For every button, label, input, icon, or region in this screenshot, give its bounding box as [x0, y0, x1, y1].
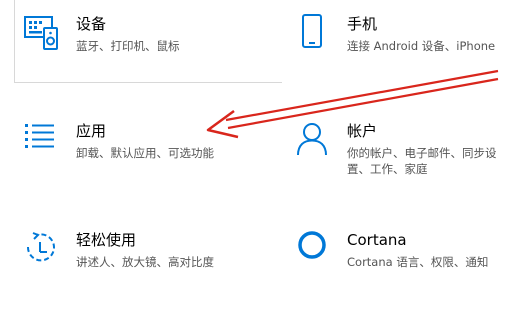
phone-title: 手机 — [347, 15, 378, 33]
cortana-tile[interactable]: Cortana Cortana 语言、权限、通知 — [293, 230, 508, 280]
ease-of-access-tile[interactable]: 轻松使用 讲述人、放大镜、高对比度 — [22, 230, 262, 280]
accounts-tile[interactable]: 帐户 你的帐户、电子邮件、同步设 置、工作、家庭 — [293, 121, 508, 181]
devices-description: 蓝牙、打印机、鼠标 — [76, 39, 180, 53]
apps-tile[interactable]: 应用 卸载、默认应用、可选功能 — [22, 121, 262, 171]
devices-tile-border-bottom — [14, 82, 282, 83]
apps-title: 应用 — [76, 122, 107, 140]
devices-title: 设备 — [76, 15, 107, 33]
phone-tile[interactable]: 手机 连接 Android 设备、iPhone — [293, 14, 508, 64]
cortana-title: Cortana — [347, 231, 407, 249]
ease-of-access-icon — [22, 230, 62, 270]
cortana-icon — [293, 230, 333, 270]
accounts-description-line2: 置、工作、家庭 — [347, 162, 428, 176]
accounts-description-line1: 你的帐户、电子邮件、同步设 — [347, 146, 497, 160]
devices-tile-border-left — [14, 0, 15, 82]
app-list-icon — [22, 121, 62, 161]
phone-icon — [293, 14, 333, 54]
cortana-description: Cortana 语言、权限、通知 — [347, 255, 489, 269]
ease-of-access-title: 轻松使用 — [76, 231, 137, 249]
apps-description: 卸载、默认应用、可选功能 — [76, 146, 214, 160]
phone-description: 连接 Android 设备、iPhone — [347, 39, 496, 53]
keyboard-icon — [22, 14, 62, 54]
devices-tile[interactable]: 设备 蓝牙、打印机、鼠标 — [22, 14, 262, 64]
ease-of-access-description: 讲述人、放大镜、高对比度 — [76, 255, 214, 269]
person-icon — [293, 121, 333, 161]
accounts-title: 帐户 — [347, 122, 378, 140]
